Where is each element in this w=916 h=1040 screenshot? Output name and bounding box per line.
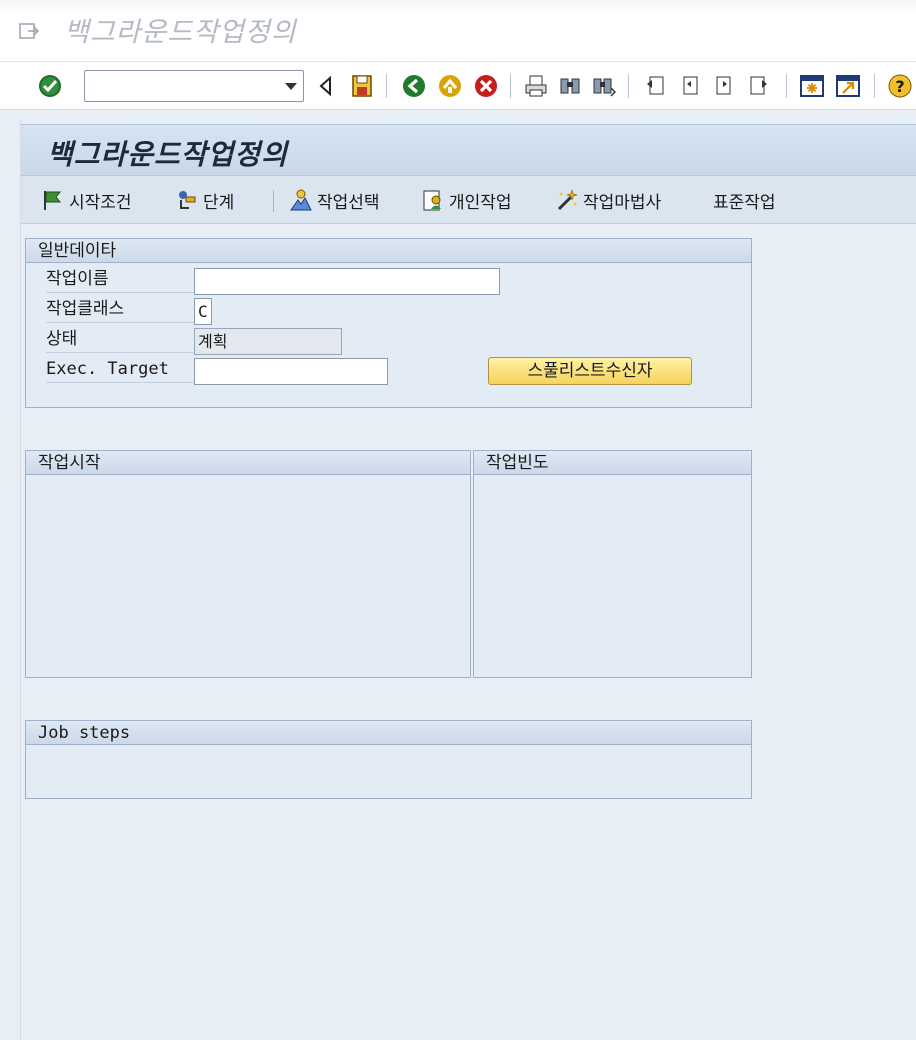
person-mountain-icon (290, 189, 312, 211)
first-page-icon[interactable] (642, 72, 670, 100)
page-title: 백그라운드작업정의 (47, 138, 288, 171)
print-icon[interactable] (522, 72, 550, 100)
wizard-wand-icon (557, 189, 578, 211)
job-name-input[interactable] (194, 268, 500, 295)
steps-button[interactable]: 단계 (175, 186, 234, 214)
own-jobs-button[interactable]: 개인작업 (421, 186, 512, 214)
back-icon[interactable] (400, 72, 428, 100)
shortcut-icon[interactable] (834, 72, 862, 100)
job-start-group: 작업시작 (25, 450, 471, 678)
last-page-icon[interactable] (744, 72, 772, 100)
general-data-group: 일반데이타 작업이름 작업클래스 C 상태 계획 Exec. Target 스풀… (25, 238, 752, 408)
prev-page-icon[interactable] (676, 72, 704, 100)
standard-jobs-button[interactable]: 표준작업 (713, 186, 776, 214)
status-label: 상태 (46, 325, 194, 353)
window-title: 백그라운드작업정의 (64, 17, 297, 48)
standard-toolbar: ? (0, 62, 916, 110)
content-area: 백그라운드작업정의 시작조건 단계 작업선택 개인작업 작업마법사 표준작업 일… (20, 120, 916, 1040)
find-icon[interactable] (556, 72, 584, 100)
help-icon[interactable]: ? (886, 72, 914, 100)
group-title: 일반데이타 (26, 239, 751, 263)
job-wizard-button[interactable]: 작업마법사 (555, 186, 661, 214)
job-steps-group: Job steps (25, 720, 752, 799)
job-selection-button[interactable]: 작업선택 (289, 186, 380, 214)
group-title: 작업빈도 (474, 451, 751, 475)
job-class-label: 작업클래스 (46, 295, 194, 323)
application-toolbar: 시작조건 단계 작업선택 개인작업 작업마법사 표준작업 (21, 176, 916, 224)
menu-icon[interactable] (18, 20, 40, 42)
find-next-icon[interactable] (590, 72, 618, 100)
job-frequency-group: 작업빈도 (473, 450, 752, 678)
own-job-icon (423, 190, 441, 211)
page-header: 백그라운드작업정의 (21, 124, 916, 176)
cancel-icon[interactable] (472, 72, 500, 100)
job-name-label: 작업이름 (46, 265, 194, 293)
exec-target-label: Exec. Target (46, 355, 194, 383)
group-title: 작업시작 (26, 451, 470, 475)
job-class-input[interactable]: C (194, 298, 212, 325)
svg-text:?: ? (895, 77, 904, 96)
flag-icon (44, 191, 62, 210)
spool-list-recipient-button[interactable]: 스풀리스트수신자 (488, 357, 692, 385)
new-session-icon[interactable] (798, 72, 826, 100)
exec-target-input[interactable] (194, 358, 388, 385)
triangle-left-icon[interactable] (312, 72, 340, 100)
save-icon[interactable] (348, 72, 376, 100)
start-condition-button[interactable]: 시작조건 (41, 186, 132, 214)
status-value: 계획 (194, 328, 342, 355)
exit-icon[interactable] (436, 72, 464, 100)
group-title: Job steps (26, 721, 751, 745)
steps-icon (179, 191, 196, 209)
chevron-down-icon[interactable] (285, 83, 297, 90)
next-page-icon[interactable] (710, 72, 738, 100)
title-bar: 백그라운드작업정의 (0, 0, 916, 62)
enter-check-icon[interactable] (36, 72, 64, 100)
command-field[interactable] (84, 70, 304, 102)
